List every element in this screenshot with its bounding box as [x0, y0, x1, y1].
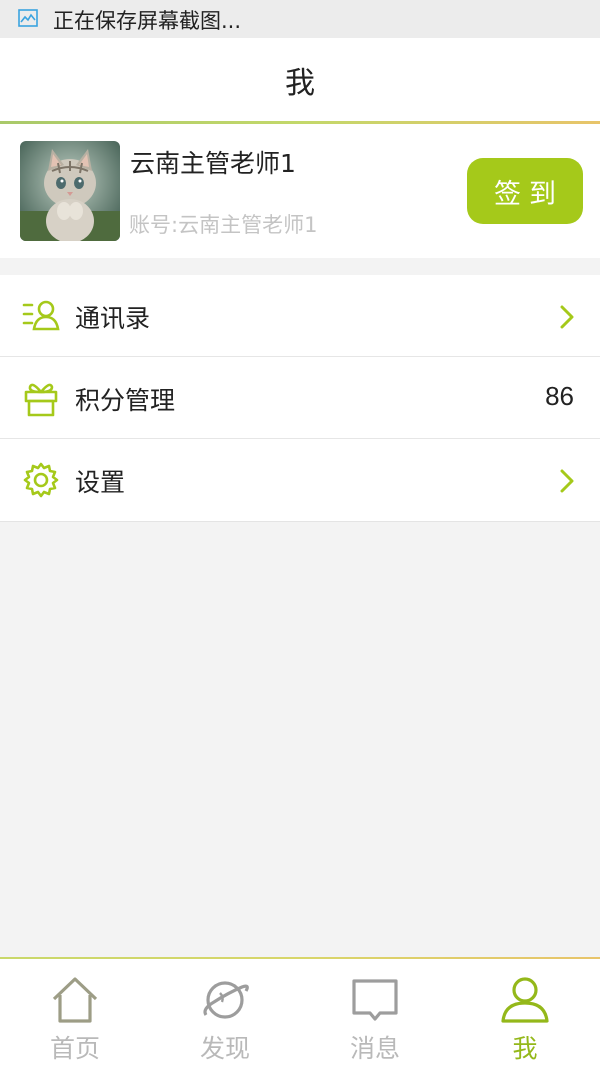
menu-label-points: 积分管理 [75, 386, 176, 415]
points-value: 86 [545, 381, 574, 411]
kitten-avatar [20, 141, 120, 241]
menu-label-settings: 设置 [75, 468, 126, 497]
menu-item-contacts[interactable]: 通讯录 [0, 275, 600, 357]
tab-home[interactable]: 首页 [0, 959, 150, 1067]
tab-discover[interactable]: 发现 [150, 959, 300, 1067]
contacts-icon [22, 300, 60, 331]
screenshot-icon [18, 9, 38, 27]
chevron-right-icon [560, 305, 574, 329]
chevron-right-icon [560, 469, 574, 493]
tab-me[interactable]: 我 [450, 959, 600, 1067]
home-icon [52, 977, 98, 1023]
menu-list: 通讯录 积分管理 86 设置 [0, 275, 600, 522]
profile-card: 云南主管老师1 账号:云南主管老师1 签到 [0, 124, 600, 258]
message-icon [352, 979, 398, 1021]
tab-label-me: 我 [512, 1034, 538, 1063]
menu-label-contacts: 通讯录 [75, 304, 151, 333]
page-title: 我 [285, 66, 315, 101]
menu-item-settings[interactable]: 设置 [0, 439, 600, 522]
tab-messages[interactable]: 消息 [300, 959, 450, 1067]
planet-icon [203, 981, 249, 1019]
user-icon [501, 977, 549, 1023]
nav-bar: 我 [0, 38, 600, 121]
checkin-button[interactable]: 签到 [467, 158, 583, 224]
gear-icon [23, 462, 59, 498]
profile-account: 账号:云南主管老师1 [129, 213, 318, 237]
gift-icon [24, 383, 58, 417]
tab-label-home: 首页 [49, 1034, 100, 1063]
menu-item-points[interactable]: 积分管理 86 [0, 357, 600, 439]
status-text: 正在保存屏幕截图... [53, 9, 242, 33]
status-bar: 正在保存屏幕截图... [0, 0, 600, 38]
tab-label-messages: 消息 [349, 1034, 400, 1063]
profile-name: 云南主管老师1 [130, 149, 296, 178]
tab-bar: 首页 发现 消息 我 [0, 957, 600, 1067]
tab-label-discover: 发现 [199, 1034, 250, 1063]
avatar[interactable] [20, 141, 120, 241]
